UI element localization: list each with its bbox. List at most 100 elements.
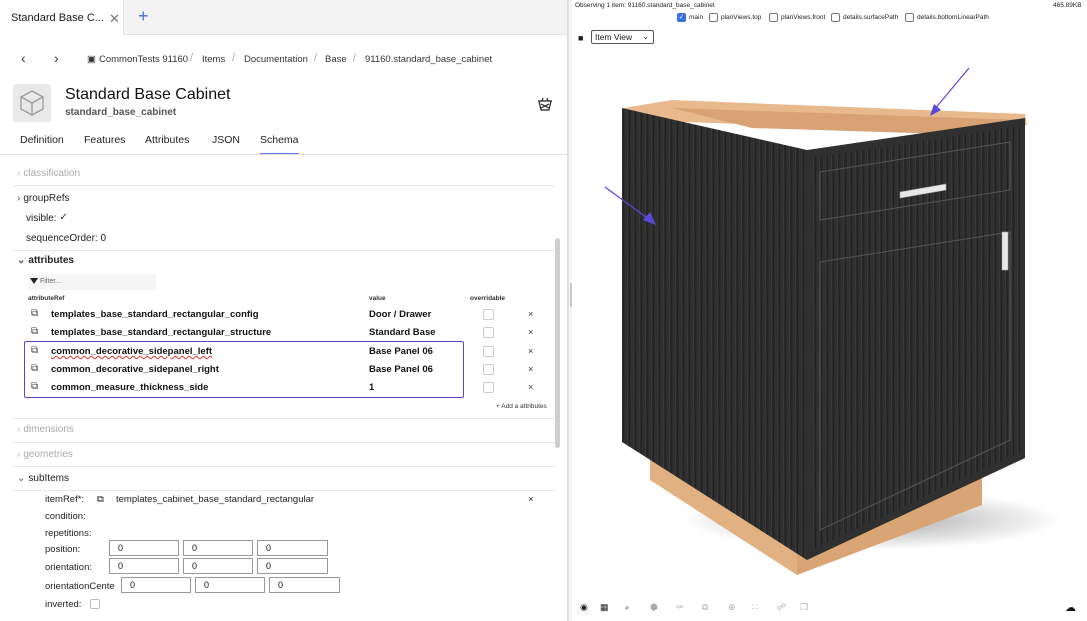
orientation-center-x-input[interactable]: 0 bbox=[121, 577, 191, 593]
checkbox-icon bbox=[709, 13, 718, 22]
basket-icon[interactable] bbox=[537, 96, 553, 112]
checkbox-icon bbox=[831, 13, 840, 22]
door-handle bbox=[1001, 231, 1009, 271]
divider bbox=[12, 466, 555, 467]
section-classification[interactable]: › classification bbox=[17, 168, 80, 179]
itemref-value[interactable]: templates_cabinet_base_standard_rectangu… bbox=[116, 494, 314, 505]
tab-standard-base-cabinet[interactable]: Standard Base C... ✕ bbox=[0, 0, 124, 35]
section-subitems[interactable]: ⌄ subItems bbox=[17, 473, 69, 484]
view-checkbox-planviews-front[interactable]: planViews.front bbox=[769, 13, 825, 22]
orientation-y-input[interactable]: 0 bbox=[183, 558, 253, 574]
remove-attribute-icon[interactable]: × bbox=[528, 364, 533, 374]
chevron-right-icon: › bbox=[17, 168, 21, 179]
cabinet-thumbnail-icon bbox=[13, 84, 51, 122]
sequence-order-value[interactable]: 0 bbox=[101, 233, 107, 244]
view-checkbox-main[interactable]: ✓ main bbox=[677, 13, 703, 22]
section-geometries[interactable]: › geometries bbox=[17, 449, 73, 460]
open-external-icon[interactable]: ⧉ bbox=[97, 494, 104, 505]
target-icon[interactable]: ⊕ bbox=[728, 602, 736, 613]
close-tab-icon[interactable]: ✕ bbox=[109, 11, 120, 27]
attribute-value[interactable]: Standard Base bbox=[369, 327, 436, 338]
open-external-icon[interactable]: ⧉ bbox=[31, 308, 38, 319]
tab-schema[interactable]: Schema bbox=[260, 134, 299, 155]
view-checkbox-details-surfacepath[interactable]: details.surfacePath bbox=[831, 13, 898, 22]
section-grouprefs[interactable]: › groupRefs bbox=[17, 193, 69, 204]
breadcrumb-base[interactable]: Base bbox=[325, 54, 347, 65]
inverted-checkbox[interactable] bbox=[90, 599, 100, 609]
divider bbox=[12, 185, 555, 186]
overridable-checkbox[interactable] bbox=[483, 327, 494, 338]
orientation-x-input[interactable]: 0 bbox=[109, 558, 179, 574]
tab-attributes[interactable]: Attributes bbox=[145, 134, 189, 146]
section-attributes[interactable]: ⌄ attributes bbox=[17, 255, 74, 266]
dots-grid-icon[interactable]: ∷ bbox=[752, 602, 758, 613]
breadcrumb-items[interactable]: Items bbox=[202, 54, 225, 65]
section-dimensions[interactable]: › dimensions bbox=[17, 424, 74, 435]
orientation-z-input[interactable]: 0 bbox=[257, 558, 328, 574]
orientation-center-label: orientationCente bbox=[45, 581, 115, 592]
remove-attribute-icon[interactable]: × bbox=[528, 346, 533, 356]
checkbox-icon bbox=[769, 13, 778, 22]
remove-attribute-icon[interactable]: × bbox=[528, 382, 533, 392]
overridable-checkbox[interactable] bbox=[483, 309, 494, 320]
tabs-divider bbox=[0, 154, 567, 155]
filter-icon bbox=[30, 278, 38, 284]
cube-view-icon: ■ bbox=[578, 33, 584, 43]
attribute-value[interactable]: Door / Drawer bbox=[369, 309, 431, 320]
cloud-download-icon[interactable]: ☁ bbox=[1065, 601, 1076, 614]
overridable-checkbox[interactable] bbox=[483, 382, 494, 393]
breadcrumb-separator: / bbox=[232, 52, 236, 64]
overridable-checkbox[interactable] bbox=[483, 364, 494, 375]
tab-json[interactable]: JSON bbox=[212, 134, 240, 146]
grid-icon[interactable]: ▦ bbox=[600, 602, 609, 613]
forward-icon[interactable]: › bbox=[54, 50, 59, 66]
palette-icon[interactable]: ◉ bbox=[580, 602, 588, 613]
view-checkbox-details-bottomlinearpath[interactable]: details.bottomLinearPath bbox=[905, 13, 989, 22]
remove-subitem-icon[interactable]: × bbox=[528, 494, 534, 505]
hierarchy-icon[interactable]: ☍ bbox=[777, 602, 786, 613]
chevron-right-icon: › bbox=[17, 424, 21, 435]
sequence-order-field: sequenceOrder: 0 bbox=[26, 233, 107, 244]
item-id: standard_base_cabinet bbox=[65, 107, 177, 118]
breadcrumb-separator: / bbox=[190, 52, 194, 64]
compass-icon[interactable]: ◕ bbox=[624, 602, 629, 612]
column-header-overridable: overridable bbox=[470, 295, 506, 302]
breadcrumb-separator: / bbox=[353, 52, 357, 64]
filter-input[interactable]: Filter... bbox=[28, 274, 156, 290]
breadcrumb-project[interactable]: CommonTests 91160 bbox=[99, 54, 188, 65]
scrollbar-thumb[interactable] bbox=[555, 238, 560, 448]
table-row: ⧉ templates_base_standard_rectangular_co… bbox=[26, 307, 556, 325]
item-editor-panel: Standard Base C... ✕ + ‹ › ▣ CommonTests… bbox=[0, 0, 568, 621]
remove-attribute-icon[interactable]: × bbox=[528, 309, 533, 319]
attribute-ref: templates_base_standard_rectangular_stru… bbox=[51, 327, 272, 338]
cabinet-3d-view[interactable] bbox=[572, 50, 1087, 595]
cube-icon[interactable]: ⬢ bbox=[650, 602, 658, 613]
position-y-input[interactable]: 0 bbox=[183, 540, 253, 556]
view-mode-select[interactable]: Item View ⌄ bbox=[591, 30, 654, 44]
position-z-input[interactable]: 0 bbox=[257, 540, 328, 556]
tab-label: Standard Base C... bbox=[11, 11, 104, 24]
chevron-down-icon: ⌄ bbox=[642, 32, 649, 41]
overridable-checkbox[interactable] bbox=[483, 346, 494, 357]
back-icon[interactable]: ‹ bbox=[21, 50, 26, 66]
add-tab-icon[interactable]: + bbox=[138, 6, 149, 27]
chevron-right-icon: › bbox=[17, 193, 21, 204]
orientation-center-y-input[interactable]: 0 bbox=[195, 577, 265, 593]
visible-checkbox[interactable]: ✓ bbox=[59, 213, 69, 223]
view-checkbox-planviews-top[interactable]: planViews.top bbox=[709, 13, 761, 22]
divider bbox=[12, 418, 555, 419]
brush-icon[interactable]: ✑ bbox=[676, 602, 684, 613]
chevron-down-icon: ⌄ bbox=[17, 473, 26, 484]
position-x-input[interactable]: 0 bbox=[109, 540, 179, 556]
left-side-panel bbox=[622, 108, 807, 560]
copy-icon[interactable]: ❐ bbox=[800, 602, 808, 613]
crop-icon[interactable]: ⧉ bbox=[702, 602, 708, 613]
remove-attribute-icon[interactable]: × bbox=[528, 327, 533, 337]
add-attributes-button[interactable]: + Add a attributes bbox=[496, 403, 547, 410]
checkbox-checked-icon: ✓ bbox=[677, 13, 686, 22]
breadcrumb-documentation[interactable]: Documentation bbox=[244, 54, 308, 65]
tab-definition[interactable]: Definition bbox=[20, 134, 64, 146]
tab-features[interactable]: Features bbox=[84, 134, 125, 146]
open-external-icon[interactable]: ⧉ bbox=[31, 326, 38, 337]
orientation-center-z-input[interactable]: 0 bbox=[269, 577, 340, 593]
